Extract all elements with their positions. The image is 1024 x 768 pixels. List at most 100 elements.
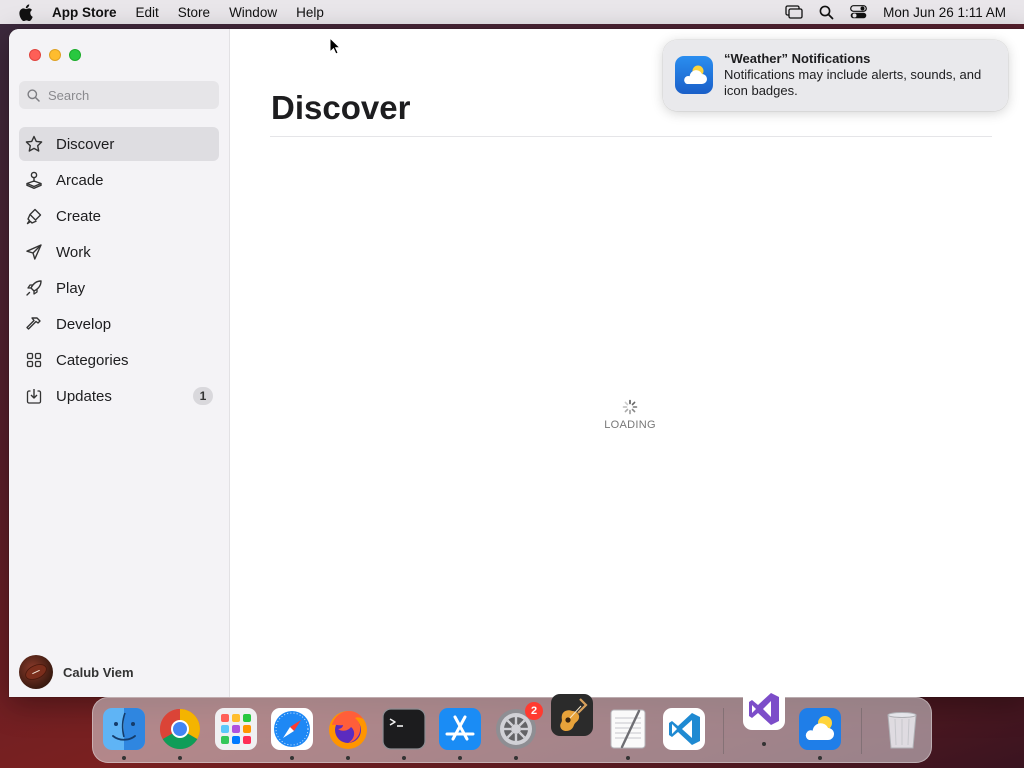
firefox-icon bbox=[329, 711, 367, 749]
dock-visual-studio[interactable] bbox=[741, 686, 787, 746]
zoom-window-button[interactable] bbox=[69, 49, 81, 61]
app-store-window: Search Discover Arcade Create Work Play … bbox=[9, 29, 1024, 697]
minimize-window-button[interactable] bbox=[49, 49, 61, 61]
terminal-icon bbox=[382, 708, 426, 750]
dock-textedit[interactable] bbox=[605, 706, 651, 760]
grid-icon bbox=[24, 350, 44, 370]
safari-icon bbox=[271, 708, 313, 750]
dock-separator bbox=[723, 708, 724, 754]
visual-studio-icon bbox=[743, 688, 785, 730]
menu-store[interactable]: Store bbox=[178, 5, 210, 20]
rocket-icon bbox=[24, 278, 44, 298]
mouse-pointer-icon bbox=[329, 36, 342, 60]
avatar bbox=[19, 655, 53, 689]
dock-terminal[interactable] bbox=[381, 706, 427, 760]
paper-plane-icon bbox=[24, 242, 44, 262]
dock-trash[interactable] bbox=[879, 706, 925, 752]
sidebar-item-label: Develop bbox=[56, 315, 112, 333]
screen-mirroring-icon[interactable] bbox=[785, 5, 803, 19]
sidebar-item-label: Discover bbox=[56, 135, 115, 153]
menu-edit[interactable]: Edit bbox=[136, 5, 159, 20]
main-content: Discover LOADING bbox=[230, 29, 1024, 697]
sidebar-item-categories[interactable]: Categories bbox=[19, 343, 219, 377]
apple-menu-icon[interactable] bbox=[18, 3, 36, 21]
search-placeholder: Search bbox=[48, 87, 90, 103]
notification-body: Notifications may include alerts, sounds… bbox=[724, 67, 982, 98]
loading-label: LOADING bbox=[604, 419, 656, 431]
dock-safari[interactable] bbox=[269, 706, 315, 760]
dock-separator bbox=[861, 708, 862, 754]
dock-weather[interactable] bbox=[797, 706, 843, 760]
updates-count-badge: 1 bbox=[193, 387, 213, 405]
sidebar-item-play[interactable]: Play bbox=[19, 271, 219, 305]
star-icon bbox=[24, 134, 44, 154]
running-indicator bbox=[762, 742, 766, 746]
running-indicator bbox=[178, 756, 182, 760]
dock-chrome[interactable] bbox=[157, 706, 203, 760]
guitar-icon bbox=[551, 694, 593, 736]
sidebar-item-work[interactable]: Work bbox=[19, 235, 219, 269]
textedit-icon bbox=[610, 709, 646, 749]
running-indicator bbox=[346, 756, 350, 760]
running-indicator bbox=[458, 756, 462, 760]
running-indicator bbox=[122, 756, 126, 760]
weather-app-icon bbox=[675, 56, 713, 94]
dock: 2 bbox=[92, 688, 932, 763]
app-store-icon bbox=[439, 708, 481, 750]
running-indicator bbox=[626, 756, 630, 760]
sidebar-nav: Discover Arcade Create Work Play Develop… bbox=[19, 127, 219, 415]
sidebar-item-label: Updates bbox=[56, 387, 112, 405]
menu-window[interactable]: Window bbox=[229, 5, 277, 20]
joystick-icon bbox=[24, 170, 44, 190]
page-title: Discover bbox=[271, 89, 411, 126]
weather-notification[interactable]: “Weather” Notifications Notifications ma… bbox=[663, 40, 1008, 111]
hammer-icon bbox=[24, 314, 44, 334]
chrome-icon bbox=[160, 709, 200, 749]
close-window-button[interactable] bbox=[29, 49, 41, 61]
sidebar-item-arcade[interactable]: Arcade bbox=[19, 163, 219, 197]
control-center-icon[interactable] bbox=[850, 5, 868, 19]
finder-icon bbox=[103, 708, 145, 750]
search-field[interactable]: Search bbox=[19, 81, 219, 109]
dock-garageband[interactable] bbox=[549, 692, 595, 738]
dock-system-settings[interactable]: 2 bbox=[493, 702, 543, 760]
running-indicator bbox=[290, 756, 294, 760]
dock-finder[interactable] bbox=[101, 706, 147, 760]
notification-title: “Weather” Notifications bbox=[724, 51, 871, 66]
trash-icon bbox=[887, 712, 917, 749]
download-icon bbox=[24, 386, 44, 406]
sidebar-item-label: Play bbox=[56, 279, 86, 297]
spotlight-search-icon[interactable] bbox=[819, 5, 834, 20]
sidebar-item-develop[interactable]: Develop bbox=[19, 307, 219, 341]
loading-indicator: LOADING bbox=[595, 399, 665, 431]
running-indicator bbox=[818, 756, 822, 760]
running-indicator bbox=[402, 756, 406, 760]
running-indicator bbox=[514, 756, 518, 760]
vscode-icon bbox=[663, 708, 705, 750]
window-controls bbox=[29, 49, 89, 61]
spinner-icon bbox=[595, 399, 665, 415]
menu-bar: App Store Edit Store Window Help Mon Jun… bbox=[0, 0, 1024, 24]
settings-notification-badge: 2 bbox=[525, 702, 543, 720]
sidebar-item-label: Work bbox=[56, 243, 91, 261]
account-name: Calub Viem bbox=[63, 664, 134, 680]
sidebar-item-create[interactable]: Create bbox=[19, 199, 219, 233]
launchpad-icon bbox=[215, 708, 257, 750]
account-button[interactable]: Calub Viem bbox=[19, 655, 134, 689]
dock-vscode[interactable] bbox=[661, 706, 707, 752]
dock-launchpad[interactable] bbox=[213, 706, 259, 752]
title-divider bbox=[270, 136, 992, 137]
sidebar-item-updates[interactable]: Updates 1 bbox=[19, 379, 219, 413]
sidebar: Search Discover Arcade Create Work Play … bbox=[9, 29, 230, 697]
sidebar-item-label: Create bbox=[56, 207, 102, 225]
search-icon bbox=[27, 88, 40, 102]
sidebar-item-label: Arcade bbox=[56, 171, 104, 189]
sidebar-item-label: Categories bbox=[56, 351, 129, 369]
dock-app-store[interactable] bbox=[437, 706, 483, 760]
menu-app-store[interactable]: App Store bbox=[52, 5, 117, 20]
menu-help[interactable]: Help bbox=[296, 5, 324, 20]
brush-icon bbox=[24, 206, 44, 226]
menu-bar-clock[interactable]: Mon Jun 26 1:11 AM bbox=[883, 5, 1006, 20]
sidebar-item-discover[interactable]: Discover bbox=[19, 127, 219, 161]
dock-firefox[interactable] bbox=[325, 706, 371, 760]
